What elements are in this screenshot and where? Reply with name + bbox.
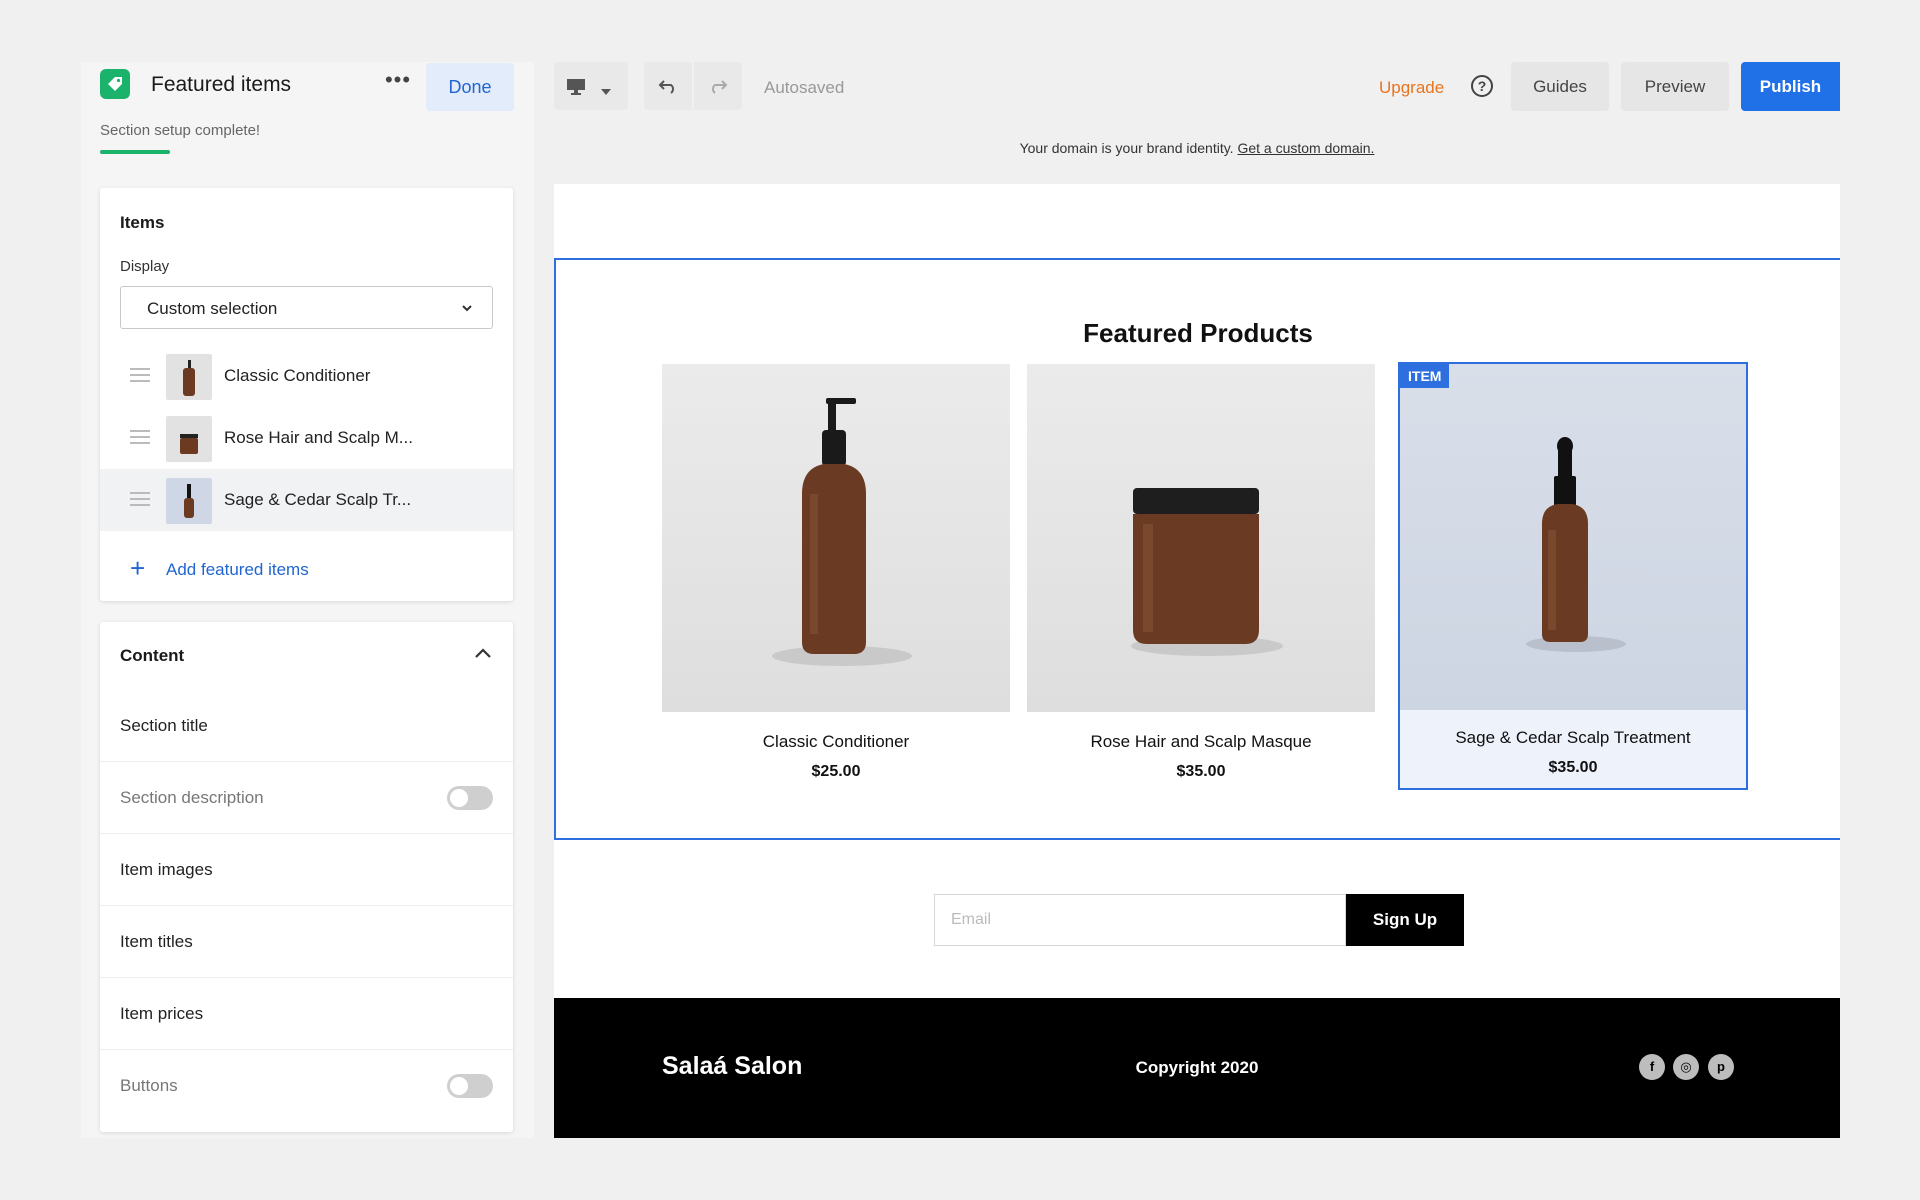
guides-button[interactable]: Guides [1511, 62, 1609, 111]
setup-progress-bar [100, 150, 170, 154]
featured-products-section[interactable]: Featured Products Classic Conditioner $2… [554, 258, 1840, 840]
domain-notice-text: Your domain is your brand identity. [1019, 140, 1234, 156]
autosave-status: Autosaved [764, 78, 845, 97]
content-row-buttons[interactable]: Buttons [100, 1050, 513, 1122]
product-price: $35.00 [1176, 763, 1226, 780]
content-row-label: Section description [120, 788, 264, 807]
upgrade-link[interactable]: Upgrade [1379, 78, 1444, 98]
content-row-section-description[interactable]: Section description [100, 762, 513, 834]
redo-button[interactable] [694, 62, 742, 110]
section-title: Featured Products [1083, 318, 1313, 348]
product-price: $35.00 [1548, 759, 1598, 776]
item-thumbnail [166, 416, 212, 462]
tag-icon [100, 69, 130, 99]
site-footer: Salaá Salon Copyright 2020 f ◎ p [554, 998, 1840, 1138]
drag-handle-icon[interactable] [130, 492, 150, 506]
undo-button[interactable] [644, 62, 692, 110]
chevron-down-icon [460, 301, 474, 320]
content-row-label: Buttons [120, 1076, 178, 1095]
buttons-toggle[interactable] [447, 1074, 493, 1098]
item-thumbnail [166, 478, 212, 524]
item-thumbnail [166, 354, 212, 400]
device-preview-toggle[interactable] [554, 62, 628, 110]
instagram-icon[interactable]: ◎ [1673, 1054, 1699, 1080]
featured-item-row-selected[interactable]: Sage & Cedar Scalp Tr... [100, 469, 513, 531]
content-row-item-images[interactable]: Item images [100, 834, 513, 906]
editor-panel: Featured items ••• Done Section setup co… [81, 62, 534, 1138]
content-row-label: Item titles [120, 932, 193, 951]
facebook-icon[interactable]: f [1639, 1054, 1665, 1080]
setup-status: Section setup complete! [100, 122, 261, 139]
section-description-toggle[interactable] [447, 786, 493, 810]
product-name: Classic Conditioner [762, 732, 910, 751]
plus-icon: + [130, 553, 146, 583]
content-row-label: Item prices [120, 1004, 204, 1023]
display-label: Display [120, 258, 170, 275]
content-row-item-titles[interactable]: Item titles [100, 906, 513, 978]
product-name: Rose Hair and Scalp Masque [1090, 732, 1312, 751]
item-badge: ITEM [1400, 364, 1450, 388]
items-card-title: Items [120, 213, 165, 232]
drag-handle-icon[interactable] [130, 430, 150, 444]
editor-toolbar: Autosaved Upgrade ? Guides Preview Publi… [554, 62, 1840, 114]
site-preview: Featured Products Classic Conditioner $2… [554, 184, 1840, 1138]
content-row-label: Section title [120, 716, 208, 735]
featured-item-row[interactable]: Classic Conditioner [100, 345, 513, 407]
done-button[interactable]: Done [426, 63, 514, 111]
product-image [1400, 364, 1746, 710]
drag-handle-icon[interactable] [130, 368, 150, 382]
content-card-title: Content [120, 646, 185, 665]
content-card: Content Section title Section descriptio… [100, 622, 513, 1132]
content-row-label: Item images [120, 860, 213, 879]
publish-button[interactable]: Publish [1741, 62, 1840, 111]
content-row-item-prices[interactable]: Item prices [100, 978, 513, 1050]
product-price: $25.00 [811, 763, 861, 780]
content-row-section-title[interactable]: Section title [100, 690, 513, 762]
item-name: Sage & Cedar Scalp Tr... [224, 490, 412, 509]
sign-up-button[interactable]: Sign Up [1346, 894, 1464, 946]
panel-title: Featured items [151, 73, 292, 96]
domain-notice: Your domain is your brand identity. Get … [554, 140, 1840, 156]
product-image [1027, 364, 1375, 712]
featured-item-row[interactable]: Rose Hair and Scalp M... [100, 407, 513, 469]
items-card: Items Display Custom selection Classic C… [100, 188, 513, 601]
pinterest-icon[interactable]: p [1708, 1054, 1734, 1080]
preview-button[interactable]: Preview [1621, 62, 1729, 111]
item-name: Rose Hair and Scalp M... [224, 428, 413, 447]
panel-divider [534, 62, 554, 1138]
product-card-selected[interactable]: ITEM Sage & Cedar Scalp Treatment $35.00 [1398, 362, 1748, 790]
more-options-icon[interactable]: ••• [381, 69, 415, 98]
site-header [554, 184, 1840, 258]
product-name: Sage & Cedar Scalp Treatment [1455, 728, 1691, 747]
custom-domain-link[interactable]: Get a custom domain. [1237, 140, 1374, 156]
chevron-up-icon[interactable] [473, 646, 493, 665]
caret-down-icon [600, 83, 612, 101]
display-select-value: Custom selection [147, 299, 278, 318]
panel-header: Featured items ••• Done Section setup co… [81, 62, 534, 164]
email-input[interactable] [934, 894, 1346, 946]
item-name: Classic Conditioner [224, 366, 371, 385]
add-featured-items-label: Add featured items [166, 560, 309, 579]
product-image [662, 364, 1010, 712]
display-select[interactable]: Custom selection [120, 286, 493, 329]
desktop-monitor-icon [566, 78, 586, 101]
help-icon[interactable]: ? [1471, 75, 1493, 97]
